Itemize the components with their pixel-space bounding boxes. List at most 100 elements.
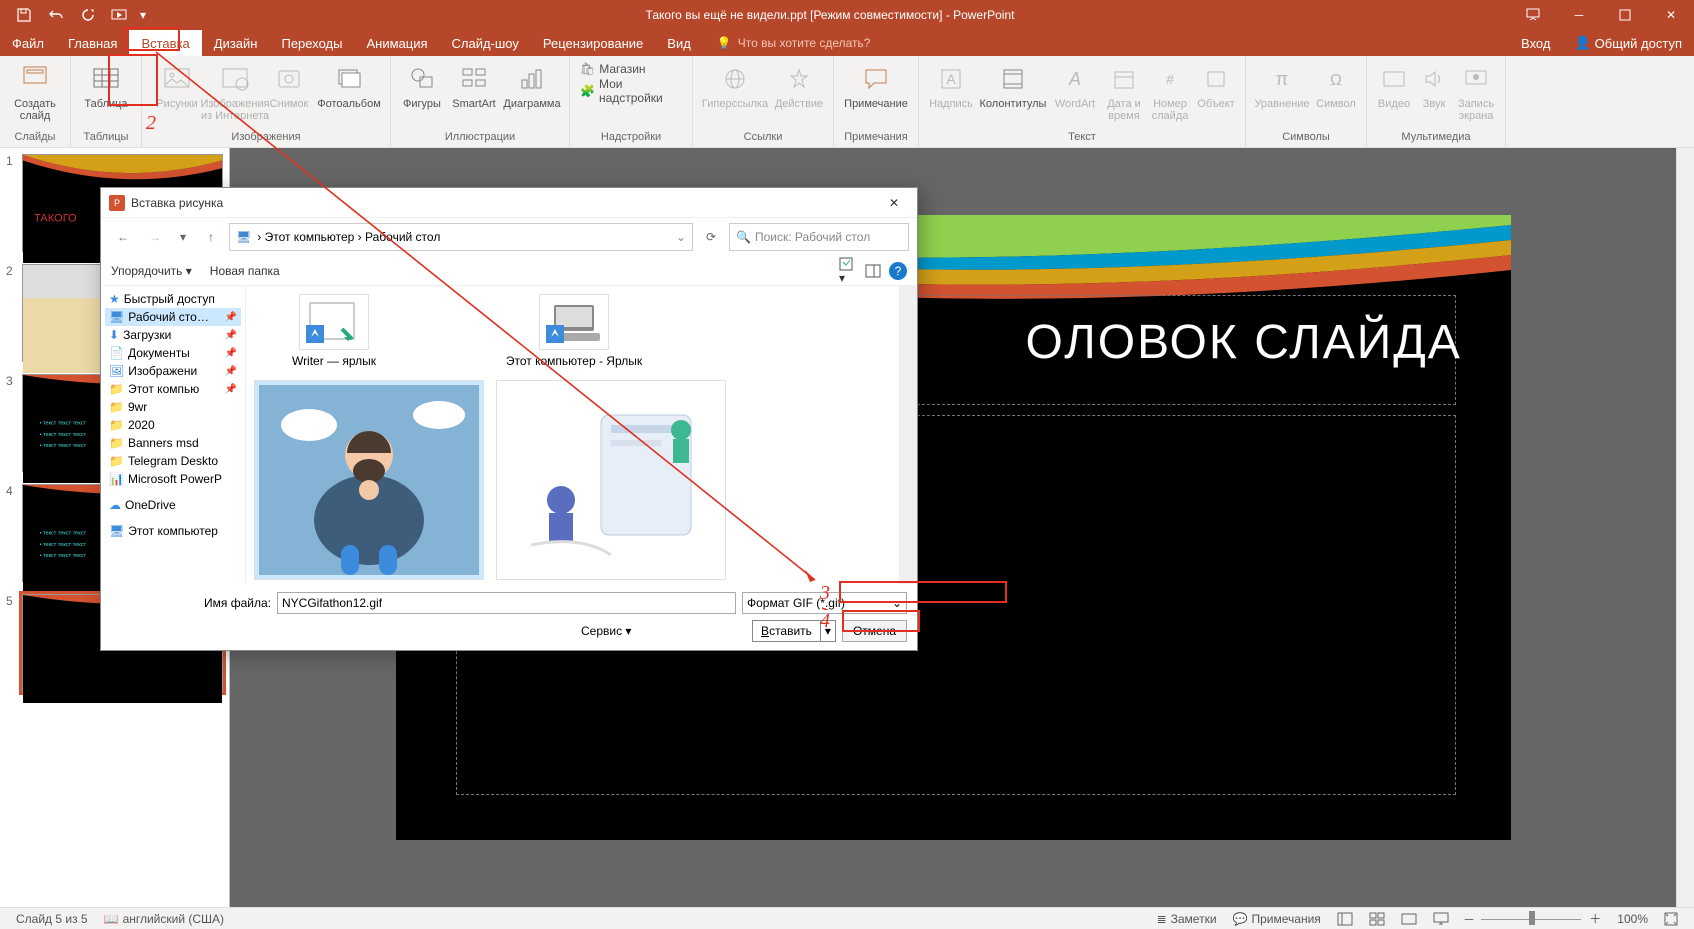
insert-button[interactable]: ВВставитьставить▾ xyxy=(752,620,836,642)
file-list[interactable]: Writer — ярлык Этот компьютер - Ярлык NY… xyxy=(246,286,899,584)
tab-transitions[interactable]: Переходы xyxy=(269,30,354,56)
view-options-button[interactable]: ▾ xyxy=(839,257,857,285)
qat-dropdown-icon[interactable]: ▾ xyxy=(136,1,150,29)
audio-button[interactable]: Звук xyxy=(1415,58,1453,110)
zoom-in-button[interactable]: ＋ xyxy=(1581,908,1609,929)
nav-quick-access[interactable]: ★Быстрый доступ xyxy=(105,290,241,308)
minimize-button[interactable]: ─ xyxy=(1556,0,1602,30)
share-button[interactable]: 👤 Общий доступ xyxy=(1562,30,1694,56)
tab-design[interactable]: Дизайн xyxy=(202,30,270,56)
nav-tree[interactable]: ★Быстрый доступ 🖥Рабочий сто…📌 ⬇Загрузки… xyxy=(101,286,246,584)
language-indicator[interactable]: 📖 английский (США) xyxy=(96,908,232,929)
comments-button[interactable]: 💬Примечания xyxy=(1225,908,1329,929)
tab-home[interactable]: Главная xyxy=(56,30,129,56)
nav-folder-telegram[interactable]: 📁Telegram Deskto xyxy=(105,452,241,470)
save-icon[interactable] xyxy=(8,1,40,29)
zoom-out-button[interactable]: ─ xyxy=(1457,908,1482,929)
redo-icon[interactable] xyxy=(72,1,104,29)
file-item-selected[interactable]: NYCGifathon12.gif xyxy=(254,380,484,584)
file-type-combo[interactable]: Формат GIF (*.gif)⌄ xyxy=(742,592,907,614)
smartart-button[interactable]: SmartArt xyxy=(447,58,501,110)
equation-button[interactable]: πУравнение xyxy=(1252,58,1312,110)
pictures-button[interactable]: Рисунки xyxy=(148,58,206,110)
symbol-button[interactable]: ΩСимвол xyxy=(1312,58,1360,110)
video-button[interactable]: Видео xyxy=(1373,58,1415,110)
sorter-view-icon[interactable] xyxy=(1361,908,1393,929)
nav-documents[interactable]: 📄Документы📌 xyxy=(105,344,241,362)
screenshot-button[interactable]: Снимок xyxy=(264,58,314,110)
file-scrollbar[interactable] xyxy=(899,286,917,584)
new-slide-button[interactable]: Создать слайд xyxy=(6,58,64,122)
screen-recording-button[interactable]: Запись экрана xyxy=(1453,58,1499,122)
tab-slideshow[interactable]: Слайд-шоу xyxy=(440,30,531,56)
startfromslide-icon[interactable] xyxy=(104,1,136,29)
tools-button[interactable]: Сервис ▾ xyxy=(581,624,631,638)
search-box[interactable]: 🔍 Поиск: Рабочий стол xyxy=(729,223,909,251)
forward-button[interactable]: → xyxy=(141,223,169,251)
close-button[interactable]: ✕ xyxy=(1648,0,1694,30)
nav-thispc[interactable]: 🖥Этот компьютер xyxy=(105,522,241,540)
refresh-button[interactable]: ⟳ xyxy=(697,223,725,251)
action-button[interactable]: Действие xyxy=(771,58,827,110)
undo-icon[interactable] xyxy=(40,1,72,29)
nav-onedrive[interactable]: ☁OneDrive xyxy=(105,496,241,514)
maximize-button[interactable] xyxy=(1602,0,1648,30)
vertical-scrollbar[interactable] xyxy=(1676,148,1694,907)
signin-button[interactable]: Вход xyxy=(1509,30,1562,56)
tab-review[interactable]: Рецензирование xyxy=(531,30,655,56)
file-item[interactable]: анализ.gif xyxy=(496,380,726,584)
file-item[interactable]: Этот компьютер - Ярлык xyxy=(494,294,654,368)
nav-thispc-shortcut[interactable]: 📁Этот компью📌 xyxy=(105,380,241,398)
preview-pane-button[interactable] xyxy=(865,264,881,278)
up-button[interactable]: ▾ xyxy=(173,223,193,251)
textbox-button[interactable]: AНадпись xyxy=(925,58,977,110)
nav-downloads[interactable]: ⬇Загрузки📌 xyxy=(105,326,241,344)
online-pictures-button[interactable]: Изображения из Интернета xyxy=(206,58,264,122)
table-button[interactable]: Таблица xyxy=(77,58,135,110)
filename-input[interactable] xyxy=(277,592,736,614)
zoom-label[interactable]: 100% xyxy=(1609,908,1656,929)
nav-folder-9wr[interactable]: 📁9wr xyxy=(105,398,241,416)
tab-view[interactable]: Вид xyxy=(655,30,703,56)
my-addins-button[interactable]: 🧩Мои надстройки xyxy=(576,80,686,102)
comment-button[interactable]: Примечание xyxy=(840,58,912,110)
zoom-slider[interactable] xyxy=(1481,908,1581,929)
notes-button[interactable]: ≣Заметки xyxy=(1149,908,1225,929)
nav-folder-2020[interactable]: 📁2020 xyxy=(105,416,241,434)
powerpoint-file-icon: 📊 xyxy=(109,472,124,486)
wordart-button[interactable]: AWordArt xyxy=(1049,58,1101,110)
filename-label: Имя файла: xyxy=(111,596,271,610)
up-folder-button[interactable]: ↑ xyxy=(197,223,225,251)
tab-animations[interactable]: Анимация xyxy=(354,30,439,56)
slide-title-placeholder[interactable]: ОЛОВОК СЛАЙДА xyxy=(1026,315,1462,370)
date-time-button[interactable]: Дата и время xyxy=(1101,58,1147,122)
chart-button[interactable]: Диаграмма xyxy=(501,58,563,110)
nav-desktop[interactable]: 🖥Рабочий сто…📌 xyxy=(105,308,241,326)
back-button[interactable]: ← xyxy=(109,223,137,251)
nav-folder-banners[interactable]: 📁Banners msd xyxy=(105,434,241,452)
reading-view-icon[interactable] xyxy=(1393,908,1425,929)
slide-counter[interactable]: Слайд 5 из 5 xyxy=(8,908,96,929)
nav-folder-powerpoint[interactable]: 📊Microsoft PowerP xyxy=(105,470,241,488)
tab-file[interactable]: Файл xyxy=(0,30,56,56)
photo-album-button[interactable]: Фотоальбом xyxy=(314,58,384,110)
file-item[interactable]: Writer — ярлык xyxy=(254,294,414,368)
hyperlink-button[interactable]: Гиперссылка xyxy=(699,58,771,110)
help-button[interactable]: ? xyxy=(889,262,907,280)
tell-me-search[interactable]: 💡 Что вы хотите сделать? xyxy=(703,30,871,56)
ribbon-options-icon[interactable] xyxy=(1510,0,1556,30)
header-footer-button[interactable]: Колонтитулы xyxy=(977,58,1049,110)
slideshow-view-icon[interactable] xyxy=(1425,908,1457,929)
new-folder-button[interactable]: Новая папка xyxy=(210,264,280,278)
nav-pictures[interactable]: 🖼Изображени📌 xyxy=(105,362,241,380)
dialog-close-button[interactable]: ✕ xyxy=(879,196,909,210)
tab-insert[interactable]: Вставка xyxy=(129,30,201,56)
object-button[interactable]: Объект xyxy=(1193,58,1239,110)
slide-number-button[interactable]: #Номер слайда xyxy=(1147,58,1193,122)
shapes-button[interactable]: Фигуры xyxy=(397,58,447,110)
fit-slide-icon[interactable] xyxy=(1656,908,1686,929)
address-bar[interactable]: 🖥 › Этот компьютер › Рабочий стол ⌄ xyxy=(229,223,693,251)
cancel-button[interactable]: Отмена xyxy=(842,620,907,642)
normal-view-icon[interactable] xyxy=(1329,908,1361,929)
organize-button[interactable]: Упорядочить ▾ xyxy=(111,264,192,278)
